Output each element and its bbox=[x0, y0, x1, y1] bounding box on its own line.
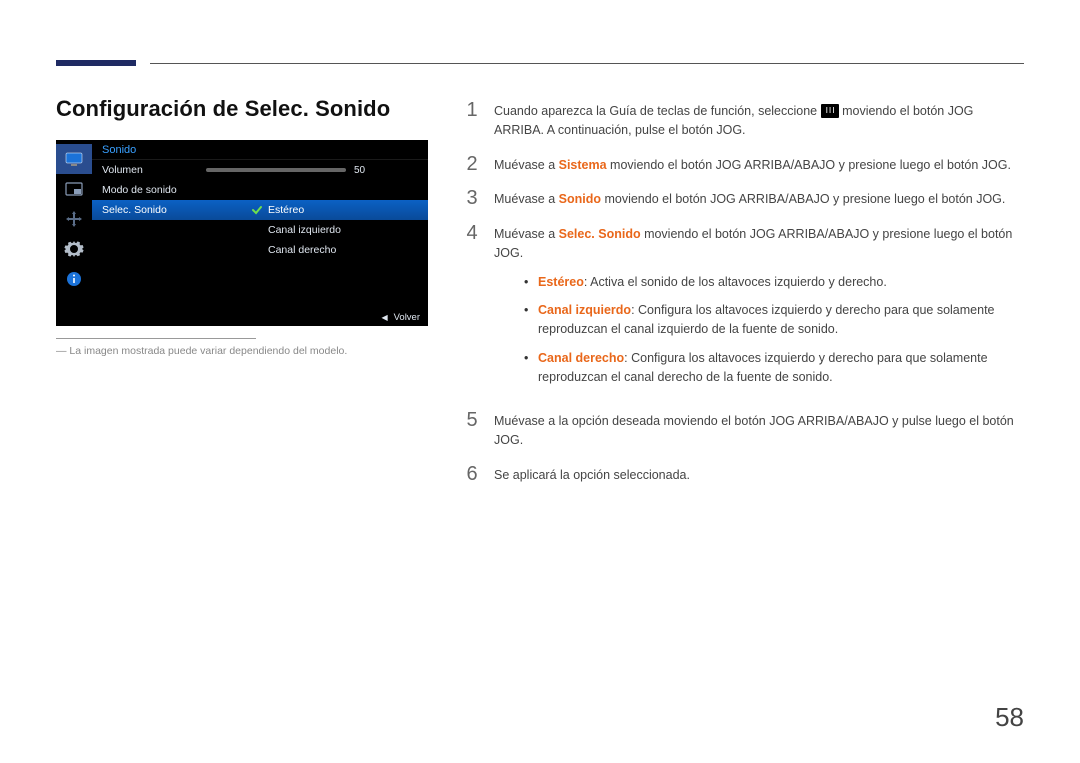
osd-sound-select-label: Selec. Sonido bbox=[102, 204, 206, 216]
osd-sound-mode-label: Modo de sonido bbox=[102, 184, 206, 196]
osd-row-sound-select: Selec. Sonido Estéreo bbox=[92, 200, 428, 220]
two-column-layout: Configuración de Selec. Sonido bbox=[56, 96, 1024, 499]
osd-option-label: Estéreo bbox=[268, 204, 304, 216]
osd-volume-value: 50 bbox=[354, 165, 365, 176]
page-number: 58 bbox=[995, 702, 1024, 733]
back-icon: ◀ bbox=[381, 313, 387, 322]
osd-option-left: Canal izquierdo bbox=[242, 220, 428, 240]
image-caption: La imagen mostrada puede variar dependie… bbox=[56, 345, 428, 357]
step-6: 6 Se aplicará la opción seleccionada. bbox=[464, 464, 1024, 485]
osd-back-label: Volver bbox=[394, 312, 420, 323]
step-3: 3 Muévase a Sonido moviendo el botón JOG… bbox=[464, 188, 1024, 209]
osd-submenu: Estéreo Canal izquierdo Canal derecho bbox=[242, 200, 428, 260]
step-4: 4 Muévase a Selec. Sonido moviendo el bo… bbox=[464, 223, 1024, 396]
volume-slider bbox=[206, 168, 346, 172]
option-bullets: Estéreo: Activa el sonido de los altavoc… bbox=[524, 273, 1024, 387]
monitor-icon bbox=[56, 144, 92, 174]
step-5: 5 Muévase a la opción deseada moviendo e… bbox=[464, 410, 1024, 450]
osd-volume-label: Volumen bbox=[102, 164, 206, 176]
step-2: 2 Muévase a Sistema moviendo el botón JO… bbox=[464, 154, 1024, 175]
menu-icon: ⅠⅠⅠ bbox=[821, 104, 839, 118]
page-title: Configuración de Selec. Sonido bbox=[56, 96, 428, 122]
osd-screenshot: Sonido Volumen 50 Modo de sonido Selec. … bbox=[56, 140, 428, 326]
check-icon bbox=[250, 205, 264, 215]
left-column: Configuración de Selec. Sonido bbox=[56, 96, 428, 499]
osd-row-volume: Volumen 50 bbox=[92, 160, 428, 180]
osd-rows: Volumen 50 Modo de sonido Selec. Sonido bbox=[92, 160, 428, 220]
gear-icon bbox=[56, 234, 92, 264]
right-column: 1 Cuando aparezca la Guía de teclas de f… bbox=[464, 96, 1024, 499]
manual-page: Configuración de Selec. Sonido bbox=[0, 0, 1080, 763]
caption-rule bbox=[56, 338, 256, 339]
osd-footer: ◀ Volver bbox=[373, 308, 428, 326]
instruction-list: 1 Cuando aparezca la Guía de teclas de f… bbox=[464, 100, 1024, 485]
info-icon bbox=[56, 264, 92, 294]
osd-sidebar bbox=[56, 140, 92, 326]
osd-option-right: Canal derecho bbox=[242, 240, 428, 260]
step-1: 1 Cuando aparezca la Guía de teclas de f… bbox=[464, 100, 1024, 140]
bullet-right-channel: Canal derecho: Configura los altavoces i… bbox=[524, 349, 1024, 387]
header-accent bbox=[56, 60, 136, 66]
osd-option-label: Canal derecho bbox=[268, 244, 336, 256]
header-rule bbox=[150, 63, 1024, 64]
osd-main-panel: Sonido Volumen 50 Modo de sonido Selec. … bbox=[92, 140, 428, 326]
osd-category-header: Sonido bbox=[92, 140, 428, 160]
osd-option-label: Canal izquierdo bbox=[268, 224, 341, 236]
osd-option-stereo: Estéreo bbox=[242, 200, 428, 220]
bullet-stereo: Estéreo: Activa el sonido de los altavoc… bbox=[524, 273, 1024, 292]
pip-icon bbox=[56, 174, 92, 204]
osd-row-sound-mode: Modo de sonido bbox=[92, 180, 428, 200]
bullet-left-channel: Canal izquierdo: Configura los altavoces… bbox=[524, 301, 1024, 339]
move-icon bbox=[56, 204, 92, 234]
